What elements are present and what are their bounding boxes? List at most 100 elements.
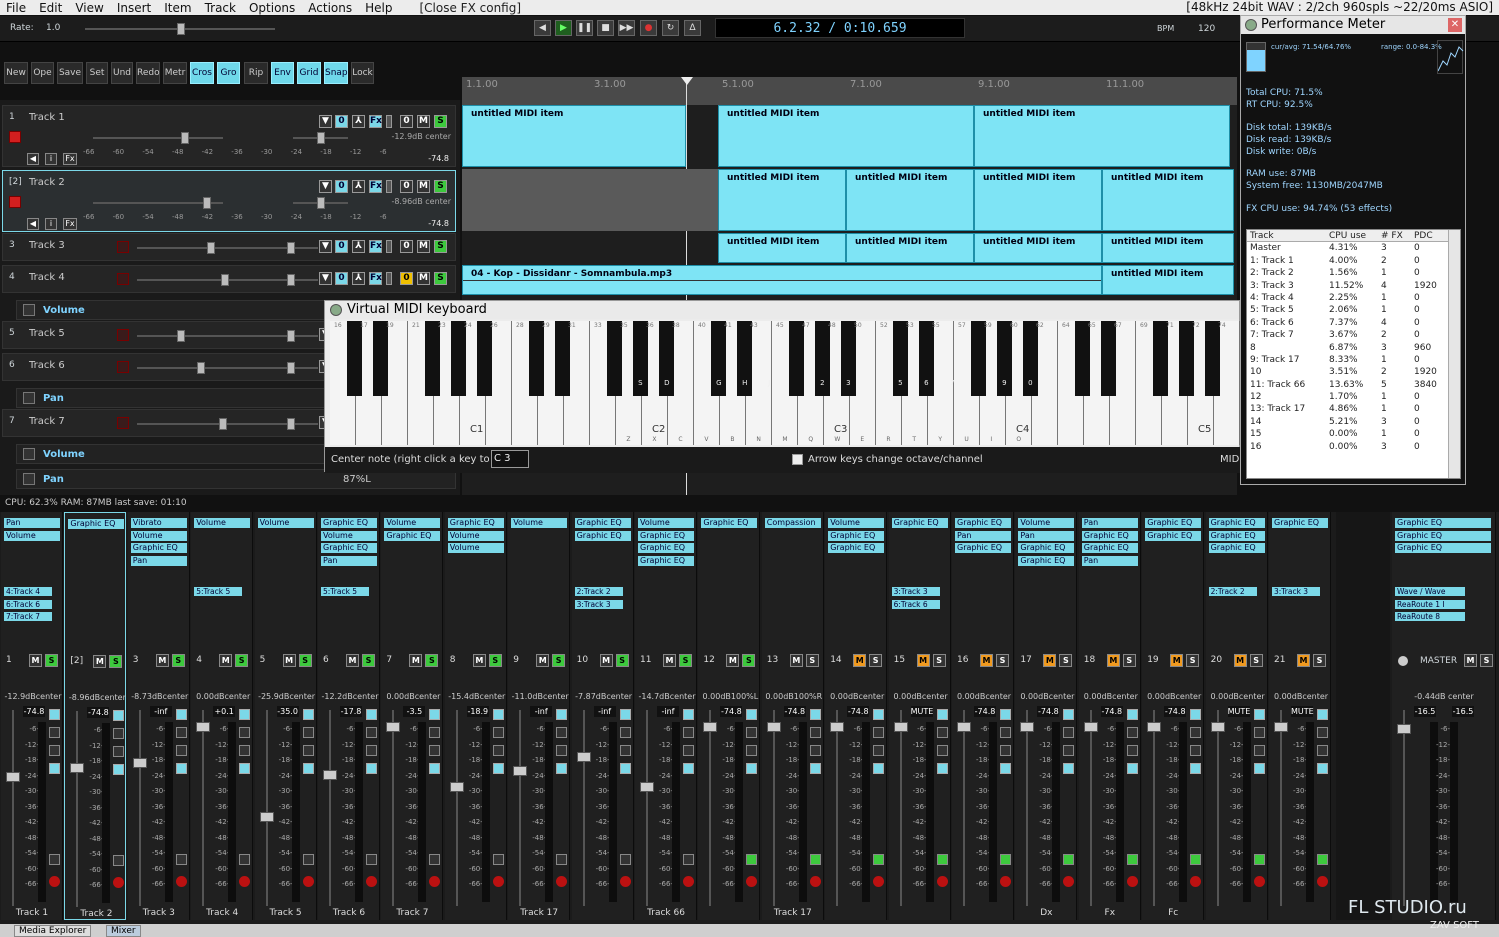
phase-icon[interactable] [1000,709,1011,720]
io-back-icon[interactable]: ◀ [27,153,39,165]
table-row[interactable]: 13: Track 17 4.86% 1 0 [1247,403,1460,415]
record-arm-icon[interactable] [936,876,948,887]
send-slot[interactable]: 3:Track 3 [891,587,940,596]
send-slot[interactable]: 6:Track 6 [4,599,52,609]
phase-icon[interactable] [1317,709,1328,720]
fx-slot[interactable]: Graphic EQ [1208,518,1265,528]
send-slot[interactable]: 6:Track 6 [891,599,940,609]
volume-fader[interactable] [137,330,267,342]
solo-button[interactable]: S [1122,654,1136,667]
mixer-strip[interactable]: Graphic EQ 3:Track 3 21 M S 0.00dBcenter MUTE -… [1269,512,1331,920]
route-button[interactable]: ⅄ [352,272,365,285]
fx-slot[interactable]: Volume [1018,518,1075,528]
fx-slot[interactable]: Graphic EQ [891,518,948,528]
mixer-strip[interactable]: Graphic EQ [2] M S -8.96dBcenter -74.8 -6- -12-… [64,512,127,920]
fx-icon[interactable] [175,763,187,774]
table-row[interactable]: 16 0.00% 3 0 [1247,441,1460,453]
volume-fader-knob[interactable] [207,242,215,254]
pan-fader-knob[interactable] [287,330,295,342]
io-icon[interactable] [1063,727,1075,738]
fx-slot[interactable]: Graphic EQ [1018,543,1075,553]
solo-button[interactable]: S [1480,654,1493,667]
record-monitor-icon[interactable] [619,854,631,865]
record-monitor-icon[interactable] [113,855,125,866]
pan-fader-knob[interactable] [317,132,325,144]
volume-fader-knob[interactable] [893,722,908,732]
envelope-arm-icon[interactable] [23,392,35,404]
table-header-cpu-use[interactable]: CPU use [1329,230,1366,242]
fx-icon[interactable] [1253,763,1265,774]
send-slot[interactable]: Wave / Wave [1395,587,1465,596]
menu-insert[interactable]: Insert [117,1,151,15]
fx-icon[interactable] [302,763,314,774]
fx-slot[interactable]: Graphic EQ [955,518,1011,528]
fx-slot[interactable]: Graphic EQ [638,530,694,541]
mute-button[interactable]: M [1106,654,1120,667]
black-key[interactable] [788,321,805,396]
solo-button[interactable]: S [1059,654,1073,667]
record-arm-button[interactable] [117,361,129,373]
pan-fader[interactable] [293,132,348,144]
phase-icon[interactable] [302,709,314,720]
fx-small-button[interactable]: Fx [63,153,77,165]
phase-button[interactable]: 0 [335,180,348,193]
fx-icon[interactable] [746,763,758,774]
black-key[interactable] [1100,321,1117,396]
volume-fader-knob[interactable] [703,722,718,732]
fx-bypass-button[interactable] [386,180,392,193]
toolbar-new-button[interactable]: New [4,62,28,84]
mute-button[interactable]: M [1233,654,1247,667]
volume-fader-knob[interactable] [177,330,185,342]
phase-icon[interactable] [429,709,441,720]
io-icon[interactable] [1253,727,1265,738]
record-arm-button[interactable] [9,131,21,143]
mixer-strip[interactable]: Graphic EQ Graphic EQ Graphic EQ 2:Track 2 2… [1205,512,1268,920]
fx-slot[interactable]: Graphic EQ [1208,543,1265,553]
fx-slot[interactable]: Graphic EQ [1395,518,1491,528]
midi-item[interactable]: untitled MIDI item [462,105,686,167]
solo-button[interactable]: S [805,654,819,667]
io-icon[interactable] [239,727,251,738]
volume-fader-knob[interactable] [640,782,654,792]
fx-slot[interactable]: Volume [828,518,885,528]
mute-button[interactable]: M [417,240,430,253]
io-icon[interactable] [175,727,187,738]
table-row[interactable]: 4: Track 4 2.25% 1 0 [1247,292,1460,304]
toolbar-und-button[interactable]: Und [111,62,133,84]
phase-icon[interactable] [809,709,821,720]
volume-fader-track[interactable] [138,710,141,906]
pan-fader[interactable] [263,418,318,430]
info-icon[interactable]: i [45,218,57,230]
volume-fader-knob[interactable] [766,722,781,732]
solo-button[interactable]: S [1249,654,1263,667]
table-row[interactable]: 12 1.70% 1 0 [1247,391,1460,403]
volume-fader-track[interactable] [76,711,79,907]
fx-slot[interactable]: Graphic EQ [384,530,441,541]
mixer-strip[interactable]: Graphic EQ Volume Volume 8 M S -15.4dBcenter -1… [444,512,507,920]
io-button[interactable]: 0 [400,115,413,128]
fx-icon[interactable] [1190,763,1202,774]
volume-fader-track[interactable] [899,710,902,906]
pan-fader-knob[interactable] [287,274,295,286]
fx-slot[interactable]: Graphic EQ [68,519,125,529]
center-note-input[interactable]: C 3 [491,450,529,468]
send-slot[interactable]: 7:Track 7 [4,612,52,621]
mute-button[interactable]: M [417,272,430,285]
record-arm-icon[interactable] [809,876,821,887]
volume-fader-knob[interactable] [203,197,211,209]
route-icon[interactable] [113,746,125,757]
volume-fader-track[interactable] [392,710,395,906]
volume-fader-track[interactable] [1280,710,1282,906]
volume-fader-knob[interactable] [1397,724,1411,734]
fx-slot[interactable]: Graphic EQ [447,518,504,528]
table-row[interactable]: 11: Track 66 13.63% 5 3840 [1247,379,1460,391]
route-icon[interactable] [746,745,758,756]
black-key[interactable] [346,321,363,396]
route-icon[interactable] [1063,745,1075,756]
phase-icon[interactable] [1190,709,1202,720]
volume-fader-knob[interactable] [576,752,591,762]
volume-fader-knob[interactable] [221,274,229,286]
fx-slot[interactable]: Volume [257,518,314,528]
record-button[interactable]: ● [640,20,657,36]
phase-icon[interactable] [492,709,504,720]
